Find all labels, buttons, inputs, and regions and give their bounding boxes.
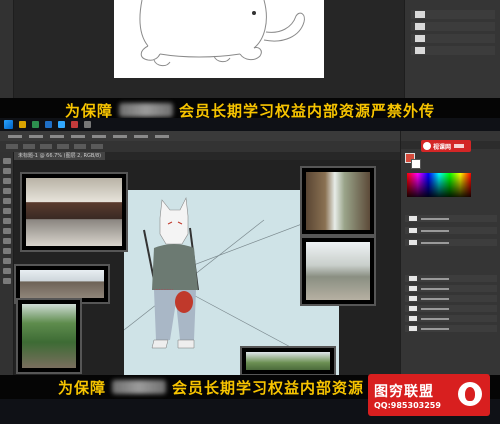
reference-photo-trees[interactable] [240,346,336,376]
menu-item[interactable] [92,134,106,138]
adjustment-row[interactable] [405,227,497,234]
option-control[interactable] [40,144,52,149]
watermark-title: 图穷联盟 [374,383,434,400]
layer-row[interactable] [405,285,497,292]
gradient-tool-icon[interactable] [3,238,11,244]
layer-row[interactable] [411,10,495,19]
brand-subtext [454,144,465,148]
top-layers-panel [404,0,500,103]
top-toolbar [0,0,14,103]
brand-logo-text: 视课网 [433,143,452,151]
top-photoshop-window [0,0,500,103]
layer-row[interactable] [405,275,497,282]
menu-item[interactable] [50,134,64,138]
stamp-tool-icon[interactable] [3,218,11,224]
color-spectrum[interactable] [407,173,471,197]
brush-tool-icon[interactable] [3,208,11,214]
adjustment-row[interactable] [405,215,497,222]
blurred-name [119,103,173,117]
flame-logo-icon [458,382,482,406]
menu-item[interactable] [8,134,22,138]
layer-row[interactable] [411,46,495,55]
top-document-area [14,0,404,103]
reference-photo-garden[interactable] [16,298,82,374]
watermark-badge: 图穷联盟 QQ:985303259 [368,374,490,416]
app-icon[interactable] [71,121,78,128]
adjustment-row[interactable] [405,239,497,246]
eraser-tool-icon[interactable] [3,228,11,234]
banner-prefix: 为保障 [58,378,107,397]
option-control[interactable] [57,144,69,149]
reference-photo-road[interactable] [300,236,376,306]
option-control[interactable] [6,144,18,149]
reference-photo-alley[interactable] [300,166,376,236]
folder-icon[interactable] [19,121,26,128]
menu-item[interactable] [155,134,169,138]
layer-row[interactable] [405,315,497,322]
tools-panel [0,152,14,375]
browser-icon[interactable] [45,121,52,128]
zoom-tool-icon[interactable] [3,278,11,284]
layer-row[interactable] [411,22,495,31]
option-control[interactable] [91,144,103,149]
move-tool-icon[interactable] [3,158,11,164]
layer-row[interactable] [411,34,495,43]
layer-row[interactable] [405,295,497,302]
brand-mark-icon [423,142,431,150]
app-icon[interactable] [32,121,39,128]
menu-item[interactable] [113,134,127,138]
lasso-tool-icon[interactable] [3,178,11,184]
menu-item[interactable] [71,134,85,138]
option-control[interactable] [74,144,86,149]
photoshop-icon[interactable] [58,121,65,128]
windows-start-icon[interactable] [4,120,13,129]
watermark-qq: QQ:985303259 [374,400,441,410]
windows-taskbar [0,118,500,131]
crop-tool-icon[interactable] [3,188,11,194]
eyedropper-tool-icon[interactable] [3,198,11,204]
blurred-name [112,380,167,394]
layer-row[interactable] [405,325,497,332]
reference-photo-storefront[interactable] [20,172,128,252]
brand-logo: 视课网 [421,140,471,152]
marquee-tool-icon[interactable] [3,168,11,174]
menu-item[interactable] [134,134,148,138]
document-tab-bar: 未标题-1 @ 66.7% (图层 2, RGB/8) [14,152,400,160]
layer-row[interactable] [405,305,497,312]
right-panels [400,131,500,375]
sketch-canvas[interactable] [114,0,324,78]
text-tool-icon[interactable] [3,248,11,254]
hand-tool-icon[interactable] [3,268,11,274]
pen-tool-icon[interactable] [3,258,11,264]
banner-suffix: 会员长期学习权益内部资源 [172,378,365,397]
svg-text:............: ............ [154,286,173,292]
cat-sketch-drawing [139,0,305,67]
background-color-swatch[interactable] [411,159,421,169]
app-icon[interactable] [84,121,91,128]
option-control[interactable] [23,144,35,149]
document-tab[interactable]: 未标题-1 @ 66.7% (图层 2, RGB/8) [14,152,106,160]
menu-item[interactable] [29,134,43,138]
